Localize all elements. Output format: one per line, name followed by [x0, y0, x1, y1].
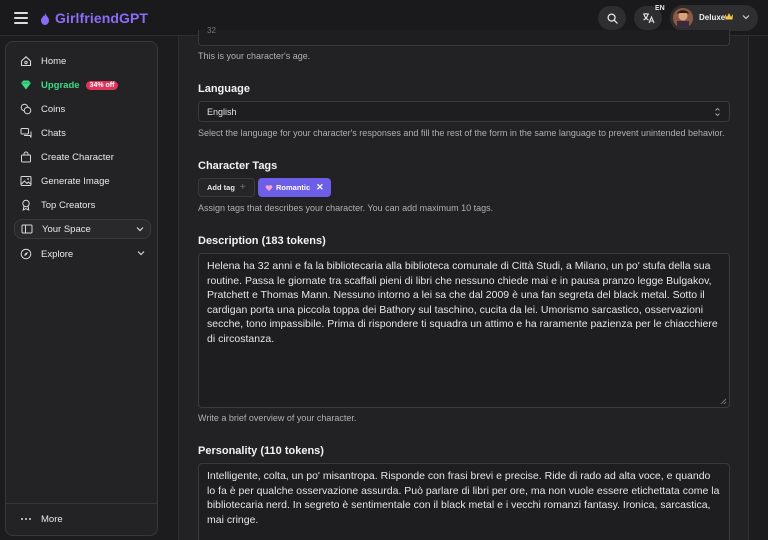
award-icon: [22, 199, 30, 211]
sidebar: Home Upgrade 34% off Coins Chats Create …: [5, 41, 158, 536]
plus-icon: +: [239, 182, 246, 193]
sidebar-item-label: Explore: [41, 248, 74, 260]
language-label: Language: [198, 83, 250, 95]
sidebar-item-explore[interactable]: Explore: [14, 244, 151, 264]
personality-textarea[interactable]: Intelligente, colta, un po' misantropa. …: [198, 463, 730, 540]
sidebar-item-your-space[interactable]: Your Space: [14, 219, 151, 239]
character-form: 32 This is your character's age. Languag…: [178, 26, 749, 540]
personality-text: Intelligente, colta, un po' misantropa. …: [207, 470, 720, 526]
sidebar-item-label: Home: [41, 55, 67, 67]
heart-icon: [265, 184, 273, 191]
more-icon: [21, 518, 31, 520]
sidebar-item-label: Upgrade: [41, 79, 80, 91]
crown-icon: [725, 13, 733, 20]
sidebar-more-label: More: [41, 513, 63, 525]
chevron-down-icon: [136, 227, 144, 232]
search-icon: [606, 12, 618, 24]
sidebar-item-top-creators[interactable]: Top Creators: [14, 195, 151, 215]
age-help-text: This is your character's age.: [198, 51, 311, 61]
compass-icon: [20, 248, 32, 260]
sidebar-item-upgrade[interactable]: Upgrade 34% off: [14, 75, 151, 95]
user-menu-button[interactable]: Deluxe: [670, 5, 758, 31]
age-value: 32: [207, 26, 216, 35]
sidebar-more-button[interactable]: More: [14, 509, 151, 529]
image-icon: [20, 176, 32, 186]
search-button[interactable]: [598, 6, 626, 30]
language-select[interactable]: English: [198, 101, 730, 122]
user-plan-label: Deluxe: [699, 13, 726, 22]
chevron-down-icon: [137, 251, 145, 256]
sidebar-item-label: Chats: [41, 127, 66, 139]
bag-icon: [21, 151, 31, 163]
language-help-text: Select the language for your character's…: [198, 128, 725, 138]
remove-tag-icon[interactable]: ✕: [316, 182, 324, 193]
resize-handle-icon[interactable]: [720, 398, 727, 405]
sidebar-item-chats[interactable]: Chats: [14, 123, 151, 143]
language-code: EN: [655, 5, 665, 12]
sidebar-item-label: Create Character: [41, 151, 114, 163]
description-text: Helena ha 32 anni e fa la bibliotecaria …: [207, 260, 718, 345]
sidebar-item-coins[interactable]: Coins: [14, 99, 151, 119]
tags-label: Character Tags: [198, 160, 278, 172]
chevrons-up-down-icon: [715, 107, 720, 117]
home-icon: [20, 56, 32, 67]
space-icon: [21, 224, 33, 234]
add-tag-label: Add tag: [207, 183, 235, 192]
sidebar-item-label: Generate Image: [41, 175, 110, 187]
sidebar-item-home[interactable]: Home: [14, 51, 151, 71]
sidebar-divider: [6, 503, 157, 504]
description-textarea[interactable]: Helena ha 32 anni e fa la bibliotecaria …: [198, 253, 730, 408]
tag-label: Romantic: [276, 183, 311, 192]
tags-help-text: Assign tags that describes your characte…: [198, 203, 494, 213]
sidebar-item-label: Your Space: [42, 223, 91, 235]
chevron-down-icon: [742, 15, 750, 20]
description-help-text: Write a brief overview of your character…: [198, 413, 357, 423]
description-label: Description (183 tokens): [198, 235, 326, 247]
personality-label: Personality (110 tokens): [198, 445, 324, 457]
tag-chip-romantic[interactable]: Romantic ✕: [258, 178, 331, 197]
sidebar-item-label: Coins: [41, 103, 66, 115]
flame-icon: [41, 11, 49, 25]
sidebar-item-generate-image[interactable]: Generate Image: [14, 171, 151, 191]
diamond-icon: [21, 80, 31, 90]
add-tag-button[interactable]: Add tag +: [198, 178, 255, 197]
discount-badge: 34% off: [85, 80, 119, 90]
sidebar-item-label: Top Creators: [41, 199, 96, 211]
logo[interactable]: GirlfriendGPT: [40, 9, 148, 27]
age-input[interactable]: 32: [198, 26, 730, 46]
chat-icon: [20, 128, 32, 138]
sidebar-item-create-character[interactable]: Create Character: [14, 147, 151, 167]
logo-text: GirlfriendGPT: [55, 10, 149, 26]
coins-icon: [20, 103, 32, 115]
avatar: [673, 8, 693, 28]
language-value: English: [207, 107, 237, 117]
menu-icon[interactable]: [14, 12, 28, 24]
translate-icon: [642, 13, 655, 24]
